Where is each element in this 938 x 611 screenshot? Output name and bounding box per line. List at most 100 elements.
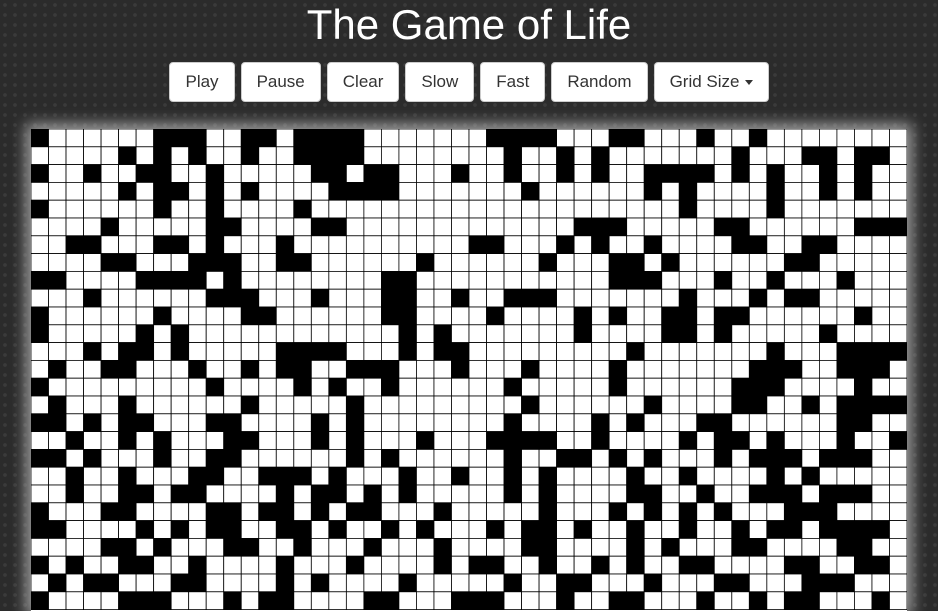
- cell-dead[interactable]: [591, 591, 610, 610]
- cell-dead[interactable]: [678, 377, 698, 397]
- cell-dead[interactable]: [416, 182, 435, 201]
- cell-dead[interactable]: [223, 129, 242, 148]
- cell-dead[interactable]: [100, 129, 120, 148]
- cell-dead[interactable]: [416, 395, 435, 415]
- cell-dead[interactable]: [433, 413, 452, 432]
- cell-alive[interactable]: [223, 537, 242, 557]
- cell-dead[interactable]: [626, 448, 645, 468]
- cell-dead[interactable]: [819, 466, 838, 486]
- cell-alive[interactable]: [398, 306, 417, 326]
- cell-dead[interactable]: [854, 270, 873, 290]
- cell-alive[interactable]: [205, 217, 225, 237]
- cell-alive[interactable]: [748, 235, 768, 255]
- cell-dead[interactable]: [503, 359, 522, 379]
- cell-dead[interactable]: [433, 270, 452, 290]
- cell-alive[interactable]: [871, 555, 890, 575]
- cell-alive[interactable]: [48, 573, 67, 593]
- cell-alive[interactable]: [170, 324, 190, 344]
- cell-alive[interactable]: [626, 466, 645, 486]
- cell-dead[interactable]: [766, 502, 785, 521]
- cell-alive[interactable]: [170, 270, 190, 290]
- cell-dead[interactable]: [153, 395, 172, 415]
- cell-alive[interactable]: [153, 448, 172, 468]
- cell-alive[interactable]: [766, 270, 785, 290]
- cell-dead[interactable]: [626, 146, 645, 165]
- cell-alive[interactable]: [521, 431, 540, 450]
- cell-alive[interactable]: [205, 288, 225, 308]
- cell-dead[interactable]: [748, 342, 768, 361]
- cell-alive[interactable]: [608, 270, 628, 290]
- cell-dead[interactable]: [678, 413, 698, 432]
- cell-dead[interactable]: [188, 395, 207, 415]
- cell-dead[interactable]: [468, 182, 487, 201]
- cell-dead[interactable]: [889, 129, 907, 148]
- cell-alive[interactable]: [643, 502, 663, 521]
- cell-alive[interactable]: [503, 129, 522, 148]
- cell-dead[interactable]: [591, 466, 610, 486]
- cell-alive[interactable]: [766, 484, 785, 504]
- cell-dead[interactable]: [100, 591, 120, 610]
- cell-dead[interactable]: [398, 377, 417, 397]
- cell-dead[interactable]: [433, 306, 452, 326]
- cell-dead[interactable]: [696, 235, 715, 255]
- cell-dead[interactable]: [783, 164, 803, 183]
- cell-alive[interactable]: [819, 573, 838, 593]
- cell-dead[interactable]: [678, 591, 698, 610]
- cell-alive[interactable]: [608, 306, 628, 326]
- cell-dead[interactable]: [731, 448, 750, 468]
- cell-dead[interactable]: [748, 466, 768, 486]
- cell-dead[interactable]: [486, 573, 505, 593]
- cell-dead[interactable]: [486, 466, 505, 486]
- cell-dead[interactable]: [345, 253, 365, 272]
- cell-dead[interactable]: [626, 235, 645, 255]
- cell-alive[interactable]: [661, 324, 680, 344]
- cell-dead[interactable]: [696, 146, 715, 165]
- cell-dead[interactable]: [871, 377, 890, 397]
- cell-dead[interactable]: [83, 270, 102, 290]
- cell-alive[interactable]: [556, 164, 575, 183]
- cell-dead[interactable]: [643, 342, 663, 361]
- cell-alive[interactable]: [748, 591, 768, 610]
- cell-dead[interactable]: [380, 395, 400, 415]
- cell-alive[interactable]: [538, 537, 557, 557]
- cell-dead[interactable]: [503, 591, 522, 610]
- cell-dead[interactable]: [713, 555, 733, 575]
- random-button[interactable]: Random: [551, 62, 648, 102]
- cell-dead[interactable]: [258, 520, 277, 539]
- cell-alive[interactable]: [836, 484, 855, 504]
- cell-dead[interactable]: [275, 448, 295, 468]
- cell-dead[interactable]: [486, 253, 505, 272]
- cell-alive[interactable]: [31, 448, 49, 468]
- cell-dead[interactable]: [48, 537, 67, 557]
- cell-dead[interactable]: [100, 484, 120, 504]
- cell-dead[interactable]: [521, 573, 540, 593]
- cell-alive[interactable]: [801, 573, 820, 593]
- cell-alive[interactable]: [819, 324, 838, 344]
- cell-dead[interactable]: [468, 431, 487, 450]
- cell-dead[interactable]: [223, 146, 242, 165]
- cell-dead[interactable]: [889, 306, 907, 326]
- cell-dead[interactable]: [380, 253, 400, 272]
- cell-dead[interactable]: [731, 253, 750, 272]
- cell-alive[interactable]: [889, 217, 907, 237]
- cell-dead[interactable]: [433, 182, 452, 201]
- cell-dead[interactable]: [889, 520, 907, 539]
- cell-dead[interactable]: [328, 199, 347, 219]
- cell-dead[interactable]: [521, 217, 540, 237]
- cell-alive[interactable]: [223, 448, 242, 468]
- cell-dead[interactable]: [573, 466, 593, 486]
- cell-alive[interactable]: [328, 466, 347, 486]
- cell-dead[interactable]: [766, 129, 785, 148]
- cell-dead[interactable]: [135, 502, 155, 521]
- cell-alive[interactable]: [486, 129, 505, 148]
- cell-dead[interactable]: [696, 573, 715, 593]
- cell-alive[interactable]: [486, 306, 505, 326]
- game-board[interactable]: [31, 129, 907, 611]
- cell-dead[interactable]: [48, 146, 67, 165]
- cell-dead[interactable]: [783, 306, 803, 326]
- cell-dead[interactable]: [31, 537, 49, 557]
- cell-dead[interactable]: [398, 164, 417, 183]
- cell-dead[interactable]: [398, 502, 417, 521]
- cell-dead[interactable]: [871, 448, 890, 468]
- cell-alive[interactable]: [118, 591, 137, 610]
